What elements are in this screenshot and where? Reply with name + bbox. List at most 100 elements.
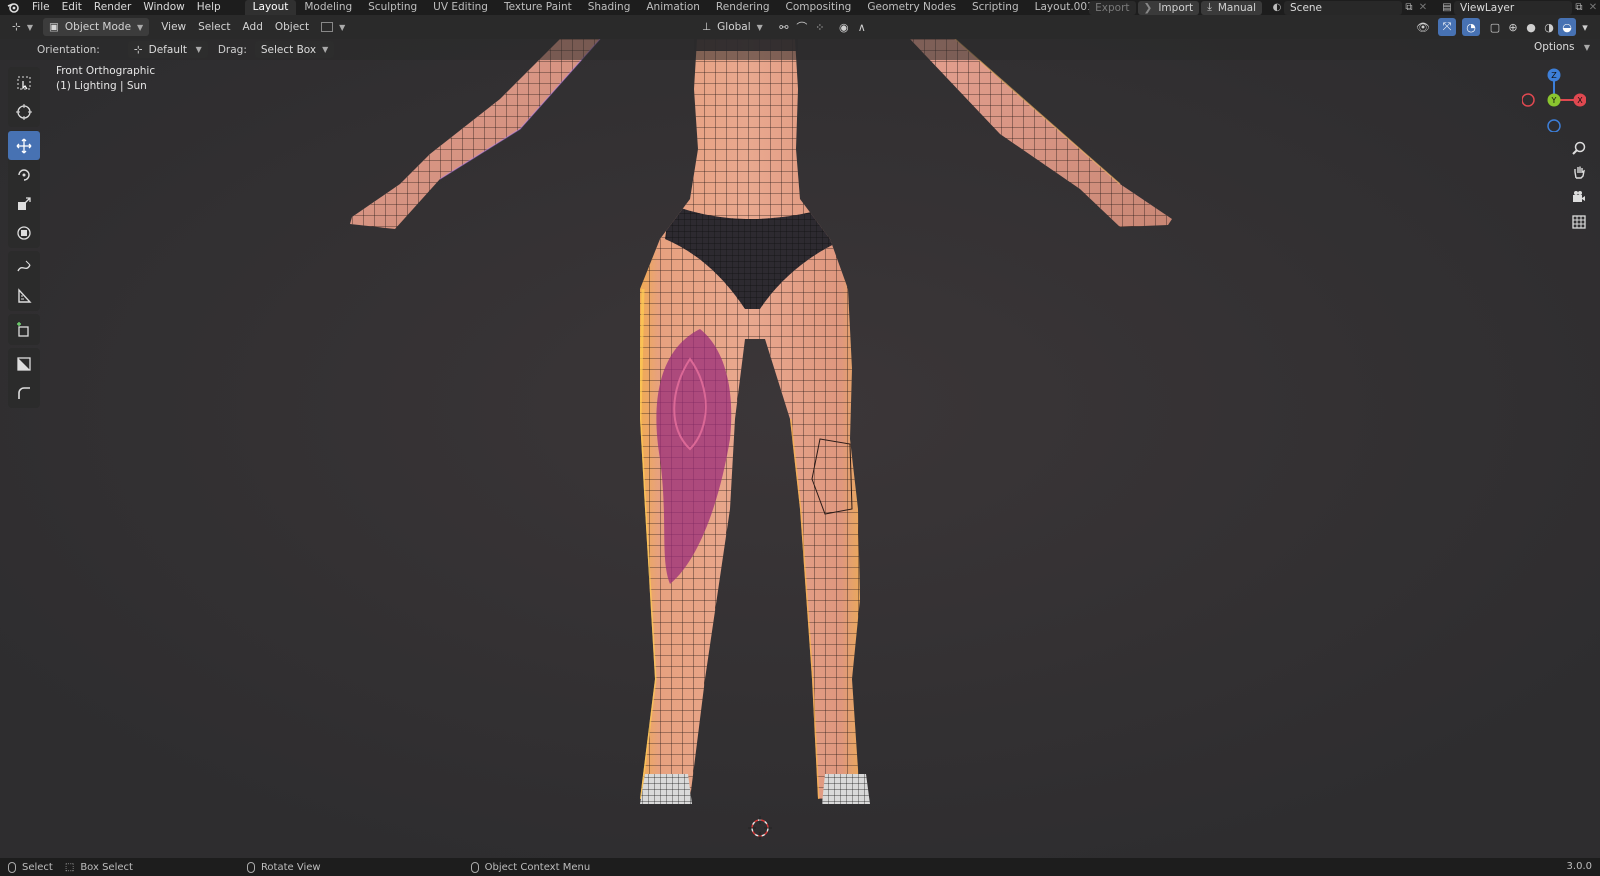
tab-rendering[interactable]: Rendering	[708, 0, 778, 15]
solid-shading-icon[interactable]: ●	[1522, 18, 1540, 36]
menu-render[interactable]: Render	[88, 0, 137, 15]
xray-toggle-icon[interactable]: ▢	[1486, 18, 1504, 36]
chevron-down-icon: ▼	[195, 45, 202, 54]
viewport-header: ⊹ ▼ ▣ Object Mode ▼ View Select Add Objec…	[0, 15, 1600, 39]
gizmo-toggle-icon[interactable]: ⤧	[1438, 18, 1456, 36]
chevron-down-icon: ▼	[322, 45, 329, 54]
chevron-down-icon: ▼	[1583, 43, 1590, 52]
tab-scripting[interactable]: Scripting	[964, 0, 1027, 15]
orientation-dropdown[interactable]: ⊹ Default ▼	[127, 41, 208, 58]
editor-type-button[interactable]: ⊹ ▼	[6, 18, 39, 36]
view-layer-selector[interactable]: ViewLayer	[1454, 0, 1572, 15]
tab-sculpting[interactable]: Sculpting	[360, 0, 425, 15]
manual-button[interactable]: ⤓ Manual	[1201, 0, 1262, 15]
camera-view-icon[interactable]	[1569, 187, 1589, 207]
manual-label: Manual	[1217, 1, 1256, 14]
chevron-down-icon: ▼	[756, 22, 763, 32]
perspective-toggle-icon[interactable]	[1569, 212, 1589, 232]
object-info-label: (1) Lighting | Sun	[56, 80, 147, 92]
global-axis-icon: ⊥	[702, 21, 712, 33]
shading-options-icon[interactable]: ▾	[1576, 18, 1594, 36]
delete-view-layer-icon[interactable]: ✕	[1586, 1, 1600, 15]
select-box-tool-icon[interactable]	[8, 68, 40, 97]
mode-label: Object Mode	[64, 21, 132, 33]
tab-uv-editing[interactable]: UV Editing	[425, 0, 496, 15]
falloff-icon[interactable]: ∧	[853, 18, 871, 36]
new-scene-icon[interactable]: ⧉	[1402, 1, 1416, 15]
transform-orientation-dropdown[interactable]: ⊥ Global ▼	[696, 18, 769, 36]
object-menu[interactable]: Object	[269, 18, 315, 36]
middle-mouse-icon	[246, 861, 255, 873]
transform-tools: ⊥ Global ▼ ⚯ ⌒ ⁘ ◉ ∧	[696, 18, 871, 36]
tab-shading[interactable]: Shading	[580, 0, 639, 15]
gizmo-y-label: Y	[1551, 96, 1557, 105]
uv-tools-group	[8, 348, 40, 408]
scene-icon[interactable]: ◐	[1270, 1, 1284, 15]
tab-texture-paint[interactable]: Texture Paint	[496, 0, 580, 15]
measure-tool-icon[interactable]	[8, 281, 40, 310]
pivot-point-icon[interactable]: ⚯	[775, 18, 793, 36]
drag-value: Select Box	[260, 43, 317, 56]
version-label: 3.0.0	[1566, 861, 1592, 872]
menu-edit[interactable]: Edit	[56, 0, 88, 15]
pan-hand-icon[interactable]	[1569, 162, 1589, 182]
menu-window[interactable]: Window	[137, 0, 190, 15]
overlay-toggle-icon[interactable]: ◔	[1462, 18, 1480, 36]
scene-selector[interactable]: Scene	[1284, 0, 1402, 15]
tab-modeling[interactable]: Modeling	[296, 0, 360, 15]
status-box-select-label: Box Select	[80, 861, 133, 873]
blender-logo-icon[interactable]	[0, 0, 26, 15]
status-context-menu: Object Context Menu	[470, 861, 591, 873]
visibility-icon[interactable]: 👁	[1414, 18, 1432, 36]
drag-mouse-icon: ⬚	[64, 861, 75, 873]
move-tool-icon[interactable]	[8, 131, 40, 160]
status-context-menu-label: Object Context Menu	[484, 861, 591, 873]
character-model-render	[0, 39, 1600, 858]
navigation-gizmo[interactable]: Z X Y	[1521, 68, 1587, 133]
gizmo-z-label: Z	[1551, 71, 1557, 80]
chevron-down-icon: ▼	[339, 22, 346, 32]
tab-geometry-nodes[interactable]: Geometry Nodes	[859, 0, 964, 15]
export-button[interactable]: Export	[1089, 0, 1136, 15]
shade-tool-icon[interactable]	[8, 349, 40, 378]
snap-grid-icon[interactable]: ⁘	[811, 18, 829, 36]
select-menu[interactable]: Select	[192, 18, 236, 36]
drag-dropdown[interactable]: Select Box ▼	[254, 41, 335, 58]
new-view-layer-icon[interactable]: ⧉	[1572, 1, 1586, 15]
status-select: Select	[8, 861, 53, 873]
import-button[interactable]: ❯ Import	[1137, 0, 1200, 15]
view-layer-icon[interactable]: ▤	[1440, 1, 1454, 15]
mode-dropdown[interactable]: ▣ Object Mode ▼	[42, 18, 150, 36]
object-mode-icon: ▣	[48, 21, 59, 33]
status-select-label: Select	[22, 861, 53, 873]
gpencil-button[interactable]: ▼	[315, 18, 351, 36]
options-dropdown[interactable]: Options ▼	[1534, 41, 1590, 53]
zoom-icon[interactable]	[1569, 138, 1589, 158]
chevron-down-icon: ▼	[137, 22, 144, 32]
proportional-edit-icon[interactable]: ◉	[835, 18, 853, 36]
tab-layout[interactable]: Layout	[244, 0, 297, 15]
annotate-tool-icon[interactable]	[8, 252, 40, 281]
annotate-tools-group	[8, 251, 40, 311]
add-menu[interactable]: Add	[237, 18, 269, 36]
rotate-tool-icon[interactable]	[8, 160, 40, 189]
material-shading-icon[interactable]: ◑	[1540, 18, 1558, 36]
add-tools-group	[8, 314, 40, 345]
add-cube-tool-icon[interactable]	[8, 315, 40, 344]
scale-tool-icon[interactable]	[8, 189, 40, 218]
view-menu[interactable]: View	[155, 18, 192, 36]
transform-tool-icon[interactable]	[8, 218, 40, 247]
drag-label: Drag:	[217, 43, 247, 56]
snap-toggle-icon[interactable]: ⌒	[793, 18, 811, 36]
3d-viewport[interactable]: Front Orthographic (1) Lighting | Sun	[0, 39, 1600, 858]
transform-tools-group	[8, 130, 40, 248]
tab-animation[interactable]: Animation	[638, 0, 708, 15]
cursor-tool-icon[interactable]	[8, 97, 40, 126]
rendered-shading-icon[interactable]: ◒	[1558, 18, 1576, 36]
tab-compositing[interactable]: Compositing	[778, 0, 860, 15]
bend-tool-icon[interactable]	[8, 378, 40, 407]
delete-scene-icon[interactable]: ✕	[1416, 1, 1430, 15]
wireframe-shading-icon[interactable]: ⊕	[1504, 18, 1522, 36]
menu-help[interactable]: Help	[191, 0, 227, 15]
menu-file[interactable]: File	[26, 0, 56, 15]
